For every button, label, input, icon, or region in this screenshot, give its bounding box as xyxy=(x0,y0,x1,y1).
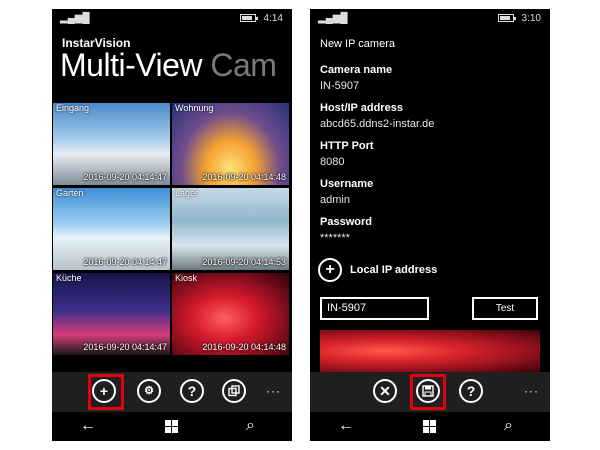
local-ip-label: Local IP address xyxy=(350,264,438,276)
field-label: Host/IP address xyxy=(320,102,403,114)
camera-name: Küche xyxy=(56,273,82,283)
camera-tile[interactable]: Garten 2016-09-20 04:14:47 xyxy=(53,188,170,270)
camera-timestamp: 2016-09-20 04:14:48 xyxy=(202,342,286,352)
windows-icon[interactable] xyxy=(423,420,436,433)
status-time: 4:14 xyxy=(263,13,283,24)
camera-timestamp: 2016-09-20 04:14:53 xyxy=(202,257,286,267)
layout-button[interactable] xyxy=(222,379,246,403)
camera-timestamp: 2016-09-20 04:14:47 xyxy=(83,172,167,182)
camera-name: Lager xyxy=(175,188,199,198)
battery-icon xyxy=(240,14,258,22)
search-icon[interactable]: ⌕ xyxy=(246,417,255,435)
status-time: 3:10 xyxy=(521,13,541,24)
pivot-item-cameras[interactable]: Cam xyxy=(210,47,277,83)
signal-icon: ▂▄▆█ xyxy=(318,13,348,24)
help-button[interactable]: ? xyxy=(459,379,483,403)
highlight-box xyxy=(88,374,124,410)
more-options-button[interactable]: ··· xyxy=(524,384,539,398)
camera-tile[interactable]: Kiosk 2016-09-20 04:14:48 xyxy=(172,273,289,355)
question-icon: ? xyxy=(466,383,476,399)
camera-tile[interactable]: Lager 2016-09-20 04:14:53 xyxy=(172,188,289,270)
camera-name-field[interactable]: IN-5907 xyxy=(320,80,359,92)
camera-name: Garten xyxy=(56,188,84,198)
phone-new-camera: ▂▄▆█ 3:10 New IP camera Camera name IN-5… xyxy=(310,9,550,441)
page-title: New IP camera xyxy=(320,38,395,50)
camera-tile[interactable]: Wohnung 2016-09-20 04:14:48 xyxy=(172,103,289,185)
windows-icon[interactable] xyxy=(165,420,178,433)
signal-icon: ▂▄▆█ xyxy=(60,13,90,24)
search-icon[interactable]: ⌕ xyxy=(504,417,513,435)
phone-multiview: ▂▄▆█ 4:14 InstarVision Multi-View Cam Ei… xyxy=(52,9,292,441)
camera-name: Kiosk xyxy=(175,273,198,283)
field-label: HTTP Port xyxy=(320,140,374,152)
gear-icon: ⚙ xyxy=(144,384,154,397)
status-bar: ▂▄▆█ 3:10 xyxy=(310,9,550,29)
field-label: Username xyxy=(320,178,374,190)
host-field[interactable]: abcd65.ddns2-instar.de xyxy=(320,118,434,130)
username-field[interactable]: admin xyxy=(320,194,350,206)
camera-tile[interactable]: Küche 2016-09-20 04:14:47 xyxy=(53,273,170,355)
camera-timestamp: 2016-09-20 04:14:47 xyxy=(83,257,167,267)
pivot-item-multiview[interactable]: Multi-View xyxy=(60,47,203,83)
question-icon: ? xyxy=(187,383,197,399)
close-icon: ✕ xyxy=(379,383,391,399)
camera-name: Wohnung xyxy=(175,103,214,113)
battery-icon xyxy=(498,14,516,22)
highlight-box xyxy=(410,374,446,410)
status-bar: ▂▄▆█ 4:14 xyxy=(52,9,292,29)
back-arrow-icon[interactable]: ← xyxy=(80,417,96,435)
port-field[interactable]: 8080 xyxy=(320,156,344,168)
nav-bar: ← ⌕ xyxy=(52,412,292,441)
settings-button[interactable]: ⚙ xyxy=(137,379,161,403)
password-field[interactable]: ******* xyxy=(320,232,350,244)
more-options-button[interactable]: ··· xyxy=(266,384,281,398)
camera-timestamp: 2016-09-20 04:14:48 xyxy=(202,172,286,182)
pivot-header: Multi-View Cam xyxy=(60,47,277,83)
cancel-button[interactable]: ✕ xyxy=(373,379,397,403)
field-label: Password xyxy=(320,216,372,228)
plus-icon: + xyxy=(318,258,342,282)
test-button[interactable]: Test xyxy=(472,297,538,320)
nav-bar: ← ⌕ xyxy=(310,412,550,441)
camera-name: Eingang xyxy=(56,103,90,113)
camera-preview xyxy=(320,330,540,372)
local-ip-toggle[interactable]: + Local IP address xyxy=(318,258,437,282)
back-arrow-icon[interactable]: ← xyxy=(338,417,354,435)
camera-name-input[interactable]: IN-5907 xyxy=(320,297,429,320)
copy-icon xyxy=(228,385,240,397)
camera-tile[interactable]: Eingang 2016-09-20 04:14:47 xyxy=(53,103,170,185)
camera-timestamp: 2016-09-20 04:14:47 xyxy=(83,342,167,352)
field-label: Camera name xyxy=(320,64,393,76)
help-button[interactable]: ? xyxy=(180,379,204,403)
